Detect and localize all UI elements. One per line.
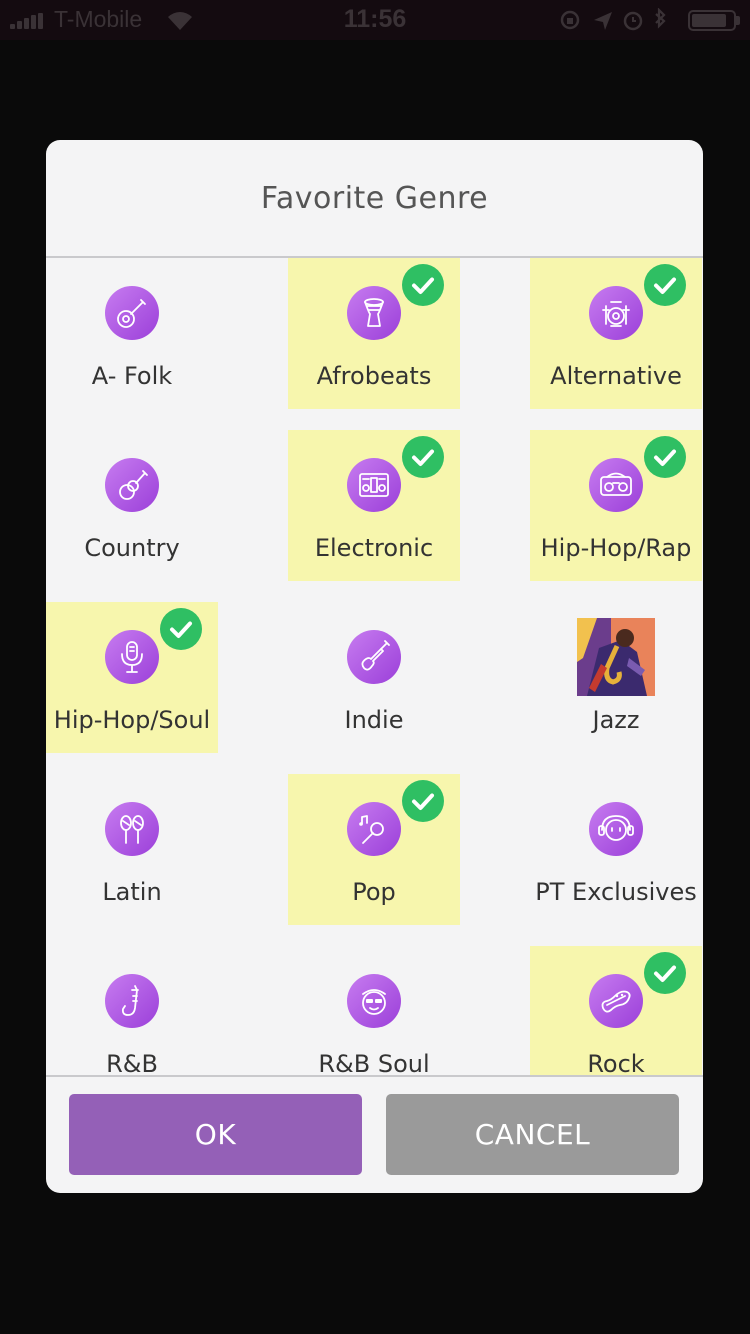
genre-item[interactable]: Rock — [530, 946, 702, 1075]
genre-item[interactable]: Alternative — [530, 258, 702, 409]
checkmark-icon — [160, 608, 202, 650]
speakers-icon — [347, 458, 401, 512]
genre-label: Latin — [102, 878, 162, 906]
genre-label: Hip-Hop/Soul — [53, 706, 211, 734]
genre-grid[interactable]: A- Folk Afrobeats Alternative Country Electr… — [46, 258, 703, 1075]
genre-label: Pop — [352, 878, 396, 906]
battery-icon — [688, 10, 736, 31]
genre-item[interactable]: Country — [46, 430, 218, 581]
bluetooth-icon — [655, 8, 666, 29]
checkmark-icon — [644, 436, 686, 478]
checkmark-icon — [402, 264, 444, 306]
genre-label: R&B — [106, 1050, 158, 1075]
cancel-button[interactable]: CANCEL — [386, 1094, 679, 1175]
genre-item[interactable]: Afrobeats — [288, 258, 460, 409]
checkmark-icon — [402, 780, 444, 822]
genre-item[interactable]: Pop — [288, 774, 460, 925]
location-icon — [594, 12, 612, 30]
status-icons — [560, 8, 666, 31]
genre-label: A- Folk — [91, 362, 173, 390]
electric-guitar-icon — [347, 630, 401, 684]
genre-item[interactable]: PT Exclusives — [530, 774, 702, 925]
saxophone-icon — [105, 974, 159, 1028]
divider — [46, 1075, 703, 1077]
checkmark-icon — [644, 264, 686, 306]
genre-label: Rock — [587, 1050, 645, 1075]
microphone-icon — [105, 630, 159, 684]
checkmark-icon — [644, 952, 686, 994]
boombox-icon — [589, 458, 643, 512]
genre-label: Jazz — [592, 706, 640, 734]
cool-face-icon — [347, 974, 401, 1028]
genre-item[interactable]: R&B — [46, 946, 218, 1075]
genre-label: Indie — [344, 706, 404, 734]
rotation-lock-icon — [560, 10, 580, 30]
genre-item[interactable]: Hip-Hop/Soul — [46, 602, 218, 753]
genre-label: PT Exclusives — [535, 878, 697, 906]
alarm-icon — [623, 11, 643, 31]
genre-label: Country — [84, 534, 180, 562]
genre-item[interactable]: A- Folk — [46, 258, 218, 409]
genre-label: R&B Soul — [318, 1050, 430, 1075]
genre-item[interactable]: R&B Soul — [288, 946, 460, 1075]
genre-label: Hip-Hop/Rap — [540, 534, 692, 562]
maracas-icon — [105, 802, 159, 856]
mic-with-notes-icon — [347, 802, 401, 856]
genre-item[interactable]: Hip-Hop/Rap — [530, 430, 702, 581]
drum-kit-icon — [589, 286, 643, 340]
favorite-genre-dialog: Favorite Genre A- Folk Afrobeats Alternati… — [46, 140, 703, 1193]
genre-item[interactable]: Electronic — [288, 430, 460, 581]
genre-item[interactable]: Indie — [288, 602, 460, 753]
djembe-drum-icon — [347, 286, 401, 340]
checkmark-icon — [402, 436, 444, 478]
genre-item[interactable]: Jazz — [530, 602, 702, 753]
dialog-title: Favorite Genre — [260, 181, 489, 216]
genre-item[interactable]: Latin — [46, 774, 218, 925]
genre-label: Alternative — [550, 362, 682, 390]
bass-guitar-icon — [589, 974, 643, 1028]
genre-label: Afrobeats — [316, 362, 432, 390]
genre-label: Electronic — [314, 534, 434, 562]
ok-button[interactable]: OK — [69, 1094, 362, 1175]
banjo-icon — [105, 286, 159, 340]
jazz-saxophonist-image — [577, 618, 655, 696]
acoustic-guitar-icon — [105, 458, 159, 512]
status-bar: T-Mobile 11:56 — [0, 0, 750, 40]
headphones-face-icon — [589, 802, 643, 856]
